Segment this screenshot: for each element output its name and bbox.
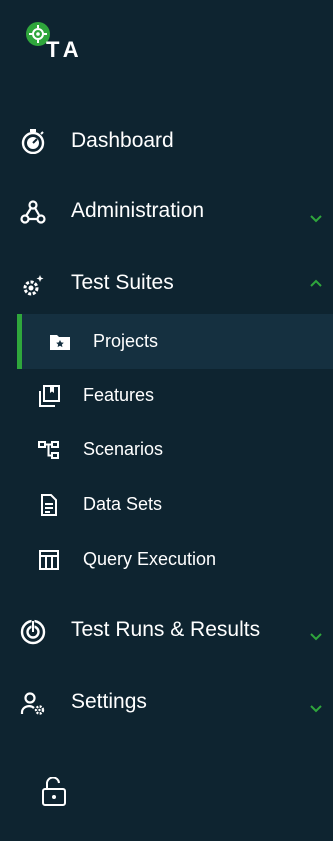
document-icon bbox=[41, 494, 57, 516]
chevron-down-icon[interactable] bbox=[309, 702, 323, 716]
subnav-item-projects[interactable]: Projects bbox=[17, 314, 333, 369]
gears-icon bbox=[23, 275, 44, 296]
account-tree-icon bbox=[38, 441, 59, 459]
nav-label-test-suites: Test Suites bbox=[71, 271, 174, 294]
active-indicator bbox=[17, 314, 22, 369]
nav-label-dashboard: Dashboard bbox=[71, 129, 174, 152]
subnav-label-data-sets: Data Sets bbox=[83, 494, 163, 514]
nav-item-test-runs[interactable]: Test Runs & Results bbox=[0, 617, 333, 647]
target-icon bbox=[20, 619, 46, 645]
subnav-item-query-execution[interactable]: Query Execution bbox=[0, 535, 333, 585]
table-layout-icon bbox=[39, 550, 59, 570]
chevron-up-icon[interactable] bbox=[309, 276, 323, 290]
chevron-down-icon[interactable] bbox=[309, 630, 323, 644]
collections-icon bbox=[39, 385, 60, 407]
subnav-label-scenarios: Scenarios bbox=[83, 439, 164, 459]
nav-item-settings[interactable]: Settings bbox=[0, 689, 333, 719]
webhook-icon bbox=[20, 200, 46, 224]
subnav-item-data-sets[interactable]: Data Sets bbox=[0, 480, 333, 530]
nav-item-administration[interactable]: Administration bbox=[0, 198, 333, 228]
subnav-item-scenarios[interactable]: Scenarios bbox=[0, 425, 333, 475]
unlock-icon[interactable] bbox=[40, 777, 68, 807]
subnav-label-projects: Projects bbox=[93, 331, 159, 351]
nav-label-settings: Settings bbox=[71, 690, 147, 713]
nav-item-test-suites[interactable]: Test Suites bbox=[0, 270, 333, 300]
nav-label-test-runs: Test Runs & Results bbox=[71, 618, 261, 641]
subnav-label-features: Features bbox=[83, 385, 155, 405]
app-logo[interactable]: TA bbox=[26, 22, 106, 62]
subnav-label-query-execution: Query Execution bbox=[83, 549, 217, 569]
subnav-item-features[interactable]: Features bbox=[0, 371, 333, 421]
nav-item-dashboard[interactable]: Dashboard bbox=[0, 128, 333, 158]
nav-label-administration: Administration bbox=[71, 199, 205, 222]
user-gear-icon bbox=[20, 692, 45, 715]
stopwatch-icon bbox=[21, 129, 45, 154]
chevron-down-icon[interactable] bbox=[309, 212, 323, 226]
folder-star-icon bbox=[50, 335, 70, 350]
logo-text: TA bbox=[46, 37, 84, 62]
